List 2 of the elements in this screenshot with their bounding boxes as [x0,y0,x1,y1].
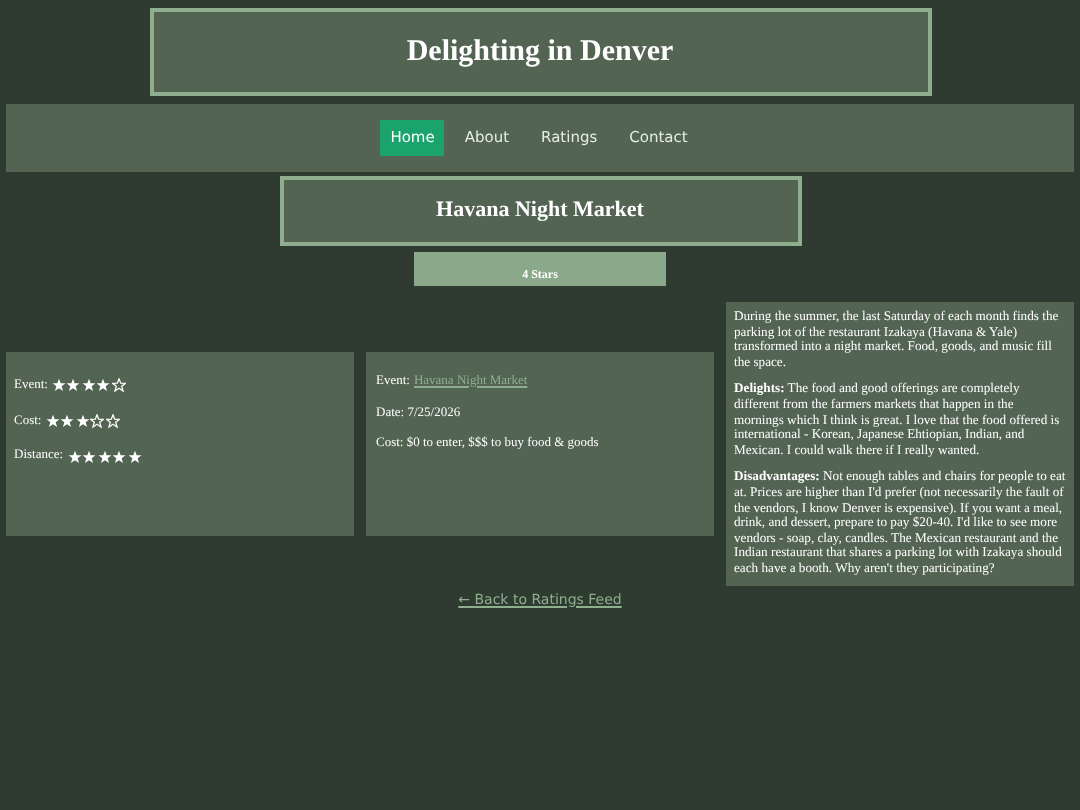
page-title: Havana Night Market [436,196,644,227]
site-title: Delighting in Denver [406,33,674,72]
